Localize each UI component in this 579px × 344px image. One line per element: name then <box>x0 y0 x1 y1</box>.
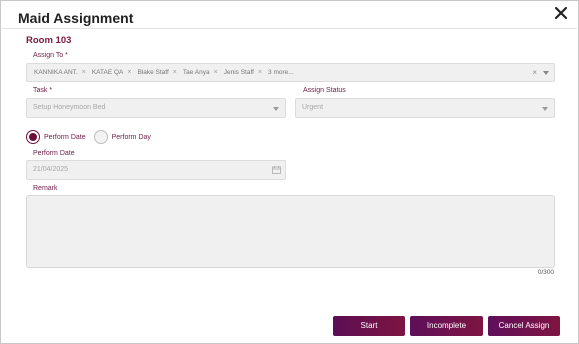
cancel-assign-button[interactable]: Cancel Assign <box>488 316 560 336</box>
task-value: Setup Honeymoon Bed <box>33 104 106 111</box>
dialog-title: Maid Assignment <box>18 10 134 26</box>
perform-date-option-label[interactable]: Perform Date <box>44 134 86 141</box>
chip-label: Jenis Staff <box>223 69 254 76</box>
perform-mode-group: Perform Date Perform Day <box>26 129 159 145</box>
more-assignees-link[interactable]: 3 more... <box>265 69 297 76</box>
assignee-chip: Blake Staff × <box>134 66 179 79</box>
calendar-icon[interactable] <box>272 166 281 174</box>
chevron-down-icon[interactable] <box>543 71 549 75</box>
assign-to-label: Assign To * <box>33 52 68 59</box>
remove-chip-icon[interactable]: × <box>214 69 218 76</box>
assignee-chip: Jenis Staff × <box>221 66 265 79</box>
chip-label: Blake Staff <box>137 69 169 76</box>
remark-textarea[interactable] <box>26 195 555 268</box>
chip-label: Tae Anya <box>182 69 210 76</box>
chip-label: KATAE QA <box>91 69 124 76</box>
perform-date-label: Perform Date <box>33 150 75 157</box>
perform-day-radio[interactable] <box>93 130 108 144</box>
remove-chip-icon[interactable]: × <box>82 69 86 76</box>
remark-label: Remark <box>33 185 58 192</box>
perform-date-radio[interactable] <box>26 130 40 144</box>
assign-status-value: Urgent <box>302 104 324 111</box>
remove-chip-icon[interactable]: × <box>258 69 262 76</box>
clear-selection-icon[interactable]: × <box>532 68 537 77</box>
perform-date-input[interactable]: 21/04/2025 <box>26 160 286 180</box>
remark-char-counter: 0/300 <box>537 269 554 276</box>
chevron-down-icon <box>542 107 548 111</box>
maid-assignment-dialog: Maid Assignment Room 103 Assign To * KAN… <box>0 0 579 344</box>
assign-status-select[interactable]: Urgent <box>295 98 555 118</box>
assignee-chip: Tae Anya × <box>180 66 221 79</box>
task-label: Task * <box>33 87 53 94</box>
assign-to-multiselect[interactable]: KANNIKA ANT. × KATAE QA × Blake Staff × Tae… <box>26 63 555 82</box>
remove-chip-icon[interactable]: × <box>127 69 131 76</box>
chip-label: KANNIKA ANT. <box>34 69 78 76</box>
assignee-chip: KATAE QA × <box>89 66 135 79</box>
incomplete-button[interactable]: Incomplete <box>410 316 483 336</box>
perform-day-option-label[interactable]: Perform Day <box>112 134 151 141</box>
task-select[interactable]: Setup Honeymoon Bed <box>26 98 286 118</box>
chevron-down-icon <box>273 107 279 111</box>
perform-date-value: 21/04/2025 <box>33 166 69 173</box>
start-button[interactable]: Start <box>333 316 405 336</box>
room-label: Room 103 <box>26 35 72 46</box>
remove-chip-icon[interactable]: × <box>173 69 177 76</box>
assign-status-label: Assign Status <box>303 87 346 94</box>
close-icon[interactable] <box>552 4 570 22</box>
header-divider <box>2 28 577 29</box>
assignee-chip: KANNIKA ANT. × <box>31 66 89 79</box>
